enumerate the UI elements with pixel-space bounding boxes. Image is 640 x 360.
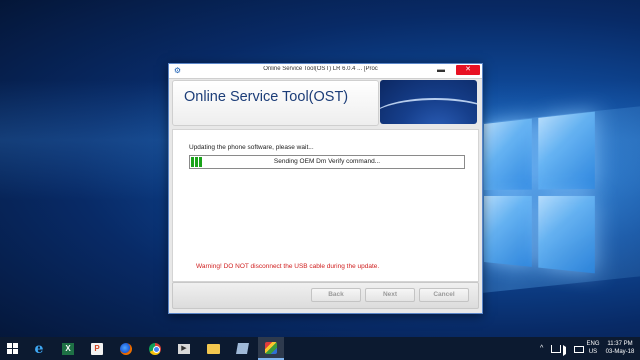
taskbar-notepad[interactable] xyxy=(229,337,255,360)
taskbar-excel[interactable]: X xyxy=(55,337,81,360)
windows-wallpaper-logo xyxy=(484,111,597,280)
header-banner-image xyxy=(380,80,477,124)
ost-app-icon xyxy=(265,341,277,354)
battery-icon[interactable] xyxy=(574,346,584,353)
volume-icon[interactable] xyxy=(563,345,566,356)
start-button[interactable] xyxy=(0,337,26,360)
warning-text: Warning! DO NOT disconnect the USB cable… xyxy=(196,263,380,270)
show-hidden-icons[interactable]: ^ xyxy=(540,337,543,360)
taskbar-chrome[interactable] xyxy=(142,337,168,360)
language-indicator[interactable]: ENG US xyxy=(586,340,600,356)
window-title: Online Service Tool(OST) LR 6.0.4 ... [P… xyxy=(263,66,378,72)
app-title-icon: ⚙ xyxy=(173,66,182,75)
windows-start-icon xyxy=(7,342,19,355)
internet-explorer-icon: e xyxy=(34,340,44,357)
language-code: ENG xyxy=(586,341,600,347)
region-code: US xyxy=(588,349,598,355)
minimize-button[interactable]: ▬ xyxy=(434,64,448,76)
title-bar[interactable]: ⚙ Online Service Tool(OST) LR 6.0.4 ... … xyxy=(169,64,482,79)
taskbar-powerpoint[interactable]: P xyxy=(84,337,110,360)
taskbar: e X P ▶ ^ ENG US 11:37 PM 03-May-18 xyxy=(0,337,640,360)
taskbar-firefox[interactable] xyxy=(113,337,139,360)
page-title: Online Service Tool(OST) xyxy=(184,89,349,105)
network-icon[interactable] xyxy=(551,345,561,353)
taskbar-media-player[interactable]: ▶ xyxy=(171,337,197,360)
progress-text: Sending OEM Dm Verify command... xyxy=(273,158,381,165)
clock-time: 11:37 PM xyxy=(607,341,633,347)
next-button[interactable]: Next xyxy=(365,288,415,302)
file-explorer-icon xyxy=(206,343,220,354)
back-button[interactable]: Back xyxy=(311,288,361,302)
clock[interactable]: 11:37 PM 03-May-18 xyxy=(604,340,636,356)
close-button[interactable]: ✕ xyxy=(456,65,480,75)
notepad-icon xyxy=(235,343,249,354)
clock-date: 03-May-18 xyxy=(605,349,635,355)
taskbar-file-explorer[interactable] xyxy=(200,337,226,360)
firefox-icon xyxy=(120,342,132,355)
cancel-button[interactable]: Cancel xyxy=(419,288,469,302)
taskbar-ost-app[interactable] xyxy=(258,337,284,360)
progress-bar: Sending OEM Dm Verify command... xyxy=(189,155,465,169)
content-panel xyxy=(172,129,479,282)
excel-icon: X xyxy=(62,342,74,355)
media-player-icon: ▶ xyxy=(178,343,190,354)
chrome-icon xyxy=(149,342,161,355)
header-panel: Online Service Tool(OST) xyxy=(172,80,379,126)
status-label: Updating the phone software, please wait… xyxy=(189,144,314,151)
taskbar-ie[interactable]: e xyxy=(26,337,52,360)
powerpoint-icon: P xyxy=(91,342,103,355)
